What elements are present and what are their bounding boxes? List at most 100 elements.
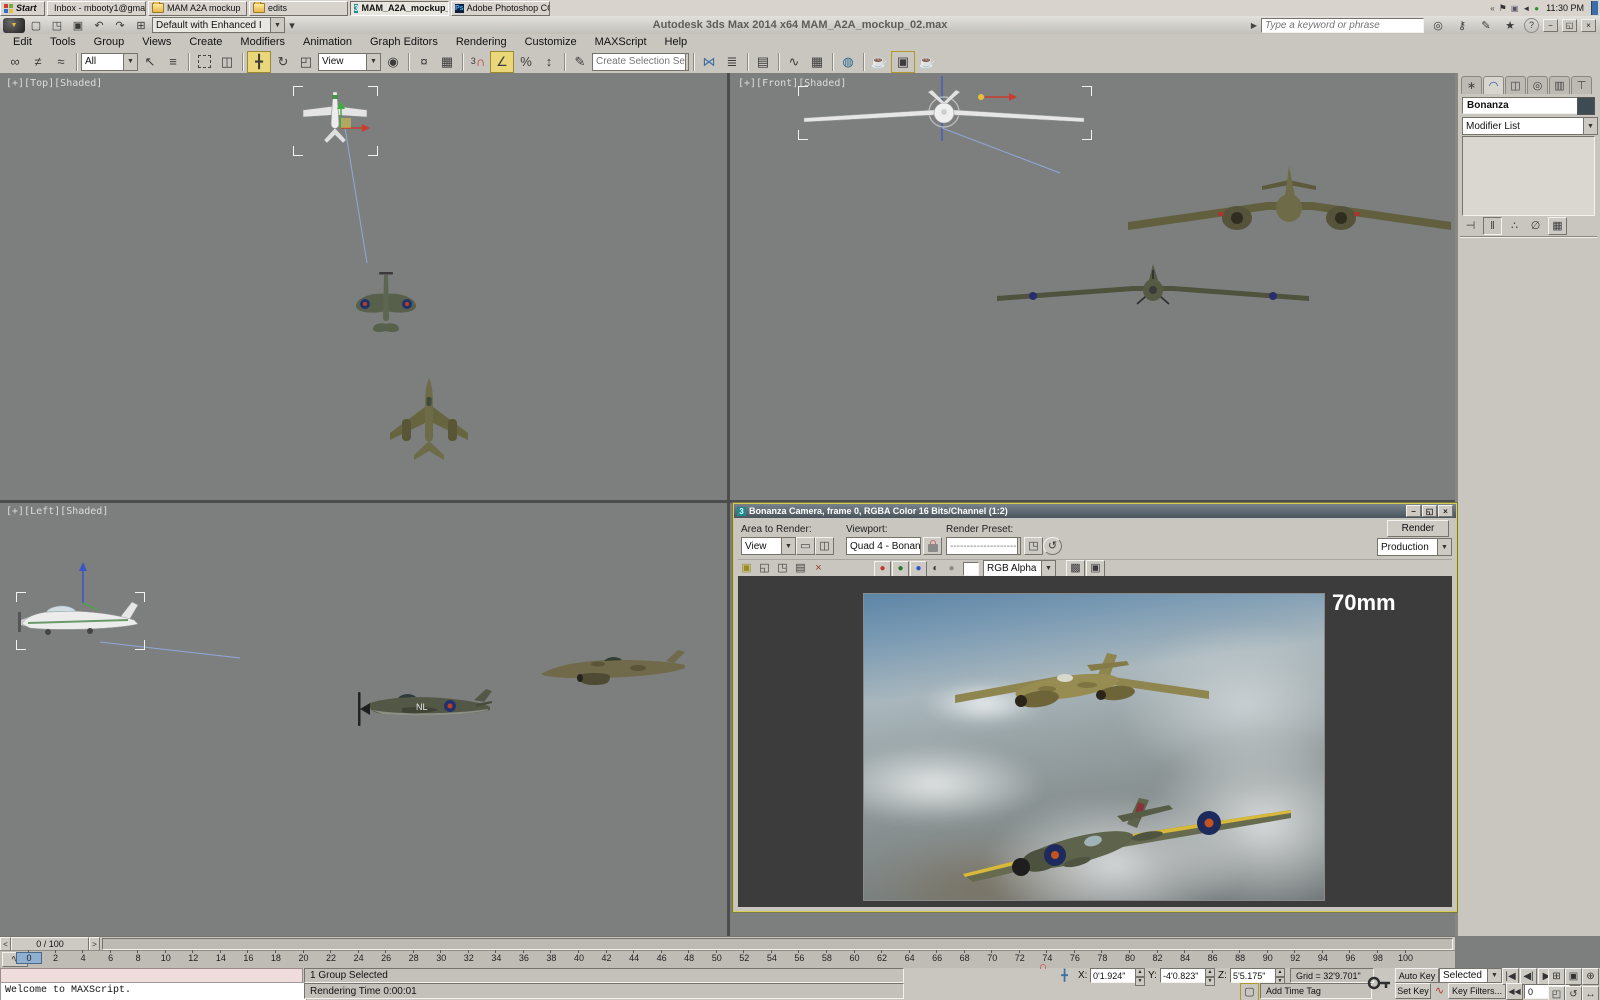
- rfw-close-button[interactable]: ×: [1438, 505, 1453, 517]
- frame-tick[interactable]: 62: [870, 953, 894, 963]
- frame-tick[interactable]: 100: [1394, 953, 1418, 963]
- spitfire-top-view[interactable]: [352, 272, 420, 350]
- tab-utilities[interactable]: ⊤: [1571, 76, 1592, 94]
- curve-editor-icon[interactable]: ∿: [783, 52, 805, 72]
- tray-collapse-icon[interactable]: «: [1490, 4, 1494, 13]
- blue-channel-icon[interactable]: ●: [910, 561, 927, 577]
- x-coordinate-field[interactable]: 0'1.924": [1090, 968, 1138, 983]
- frame-tick[interactable]: 28: [402, 953, 426, 963]
- frame-tick[interactable]: 0: [16, 952, 42, 964]
- frame-tick[interactable]: 10: [154, 953, 178, 963]
- production-dropdown[interactable]: Production▼: [1377, 538, 1452, 556]
- tab-create[interactable]: ∗: [1461, 76, 1482, 94]
- set-keys-key-icon[interactable]: [1366, 970, 1392, 996]
- open-file-icon[interactable]: ◳: [47, 18, 67, 33]
- frame-tick[interactable]: 80: [1118, 953, 1142, 963]
- frame-tick[interactable]: 38: [539, 953, 563, 963]
- pan-icon[interactable]: ↔: [1582, 986, 1599, 1000]
- frame-tick[interactable]: 76: [1063, 953, 1087, 963]
- frame-tick[interactable]: 84: [1173, 953, 1197, 963]
- zoom-all-icon[interactable]: ⊞: [1548, 968, 1565, 985]
- frame-tick[interactable]: 44: [622, 953, 646, 963]
- select-and-manipulate-icon[interactable]: ¤: [413, 52, 435, 72]
- taskbar-item-3dsmax[interactable]: 3MAM_A2A_mockup_02....: [350, 1, 449, 16]
- frame-tick[interactable]: 4: [71, 953, 95, 963]
- clear-image-icon[interactable]: ×: [810, 561, 827, 577]
- time-slider-handle[interactable]: 0 / 100: [11, 937, 89, 951]
- bonanza-side-view[interactable]: [18, 598, 143, 646]
- frame-tick[interactable]: 36: [512, 953, 536, 963]
- z-coordinate-field[interactable]: 5'5.175": [1230, 968, 1278, 983]
- viewport-top-label[interactable]: [+][Top][Shaded]: [6, 78, 102, 89]
- frame-tick[interactable]: 86: [1201, 953, 1225, 963]
- frame-tick[interactable]: 52: [732, 953, 756, 963]
- select-by-name-icon[interactable]: ≡: [162, 52, 184, 72]
- menu-edit[interactable]: Edit: [4, 34, 41, 50]
- taskbar-item-photoshop[interactable]: PsAdobe Photoshop CC: [451, 1, 550, 16]
- search-icon[interactable]: ◎: [1428, 18, 1448, 33]
- frame-tick[interactable]: 92: [1283, 953, 1307, 963]
- material-editor-icon[interactable]: ◍: [837, 52, 859, 72]
- y-spinner[interactable]: ▲▼: [1205, 968, 1215, 981]
- configure-modifier-sets-icon[interactable]: ▦: [1548, 217, 1567, 235]
- monochrome-icon[interactable]: ◐: [928, 562, 943, 576]
- frame-tick[interactable]: 22: [319, 953, 343, 963]
- infocenter-expand-icon[interactable]: ▶: [1251, 21, 1257, 30]
- modifier-stack[interactable]: [1462, 136, 1595, 216]
- menu-modifiers[interactable]: Modifiers: [231, 34, 294, 50]
- close-button[interactable]: ×: [1581, 19, 1596, 32]
- frame-tick[interactable]: 12: [181, 953, 205, 963]
- channel-display-dropdown[interactable]: RGB Alpha▼: [983, 560, 1056, 578]
- frame-tick[interactable]: 14: [209, 953, 233, 963]
- communication-center-icon[interactable]: ✎: [1476, 18, 1496, 33]
- rfw-title-bar[interactable]: 3 Bonanza Camera, frame 0, RGBA Color 16…: [734, 504, 1456, 518]
- auto-key-button[interactable]: Auto Key: [1395, 968, 1439, 983]
- frame-tick[interactable]: 96: [1338, 953, 1362, 963]
- menu-group[interactable]: Group: [85, 34, 134, 50]
- frame-tick[interactable]: 8: [126, 953, 150, 963]
- zoom-extents-icon[interactable]: ▣: [1565, 968, 1582, 985]
- align-icon[interactable]: ≣: [721, 52, 743, 72]
- save-image-icon[interactable]: ▣: [738, 561, 755, 577]
- new-file-icon[interactable]: ▢: [26, 18, 46, 33]
- render-preset-dropdown[interactable]: --------------------▼: [946, 537, 1021, 555]
- frame-tick[interactable]: 56: [787, 953, 811, 963]
- spitfire-front-view[interactable]: [993, 262, 1313, 322]
- viewport-left[interactable]: [+][Left][Shaded] NL: [0, 503, 727, 936]
- unlink-selection-icon[interactable]: ≠: [27, 52, 49, 72]
- use-pivot-center-icon[interactable]: ◉: [382, 52, 404, 72]
- angle-snap-icon[interactable]: ∠: [490, 51, 514, 73]
- menu-customize[interactable]: Customize: [516, 34, 586, 50]
- select-and-move-icon[interactable]: ╋: [247, 51, 271, 73]
- menu-views[interactable]: Views: [133, 34, 180, 50]
- workspace-arrow-icon[interactable]: ▾: [286, 18, 298, 33]
- infocenter-search-input[interactable]: [1261, 18, 1424, 33]
- frame-tick[interactable]: 72: [1008, 953, 1032, 963]
- menu-animation[interactable]: Animation: [294, 34, 361, 50]
- named-selection-set-combo[interactable]: Create Selection Se▼: [592, 53, 689, 71]
- frame-tick[interactable]: 54: [760, 953, 784, 963]
- frame-tick[interactable]: 46: [650, 953, 674, 963]
- copy-image-icon[interactable]: ◱: [756, 561, 773, 577]
- select-and-rotate-icon[interactable]: ↻: [272, 52, 294, 72]
- add-time-tag[interactable]: Add Time Tag: [1260, 983, 1372, 999]
- start-button[interactable]: Start: [0, 1, 45, 16]
- lock-viewport-icon[interactable]: [923, 537, 942, 555]
- menu-create[interactable]: Create: [180, 34, 231, 50]
- menu-tools[interactable]: Tools: [41, 34, 85, 50]
- remove-modifier-icon[interactable]: ∅: [1527, 218, 1544, 234]
- rfw-minimize-button[interactable]: −: [1406, 505, 1421, 517]
- schematic-view-icon[interactable]: ▦: [806, 52, 828, 72]
- frame-tick[interactable]: 20: [292, 953, 316, 963]
- maxscript-listener-input[interactable]: [0, 968, 303, 983]
- render-production-icon[interactable]: ☕: [916, 52, 938, 72]
- frame-tick[interactable]: 6: [99, 953, 123, 963]
- keyboard-shortcut-override-icon[interactable]: ▦: [436, 52, 458, 72]
- frame-tick[interactable]: 24: [347, 953, 371, 963]
- taskbar-clock[interactable]: 11:30 PM: [1543, 3, 1587, 13]
- save-file-icon[interactable]: ▣: [68, 18, 88, 33]
- frame-tick[interactable]: 58: [815, 953, 839, 963]
- area-to-render-dropdown[interactable]: View▼: [741, 537, 796, 555]
- orbit-icon[interactable]: ↺: [1565, 986, 1582, 1000]
- x-spinner[interactable]: ▲▼: [1135, 968, 1145, 981]
